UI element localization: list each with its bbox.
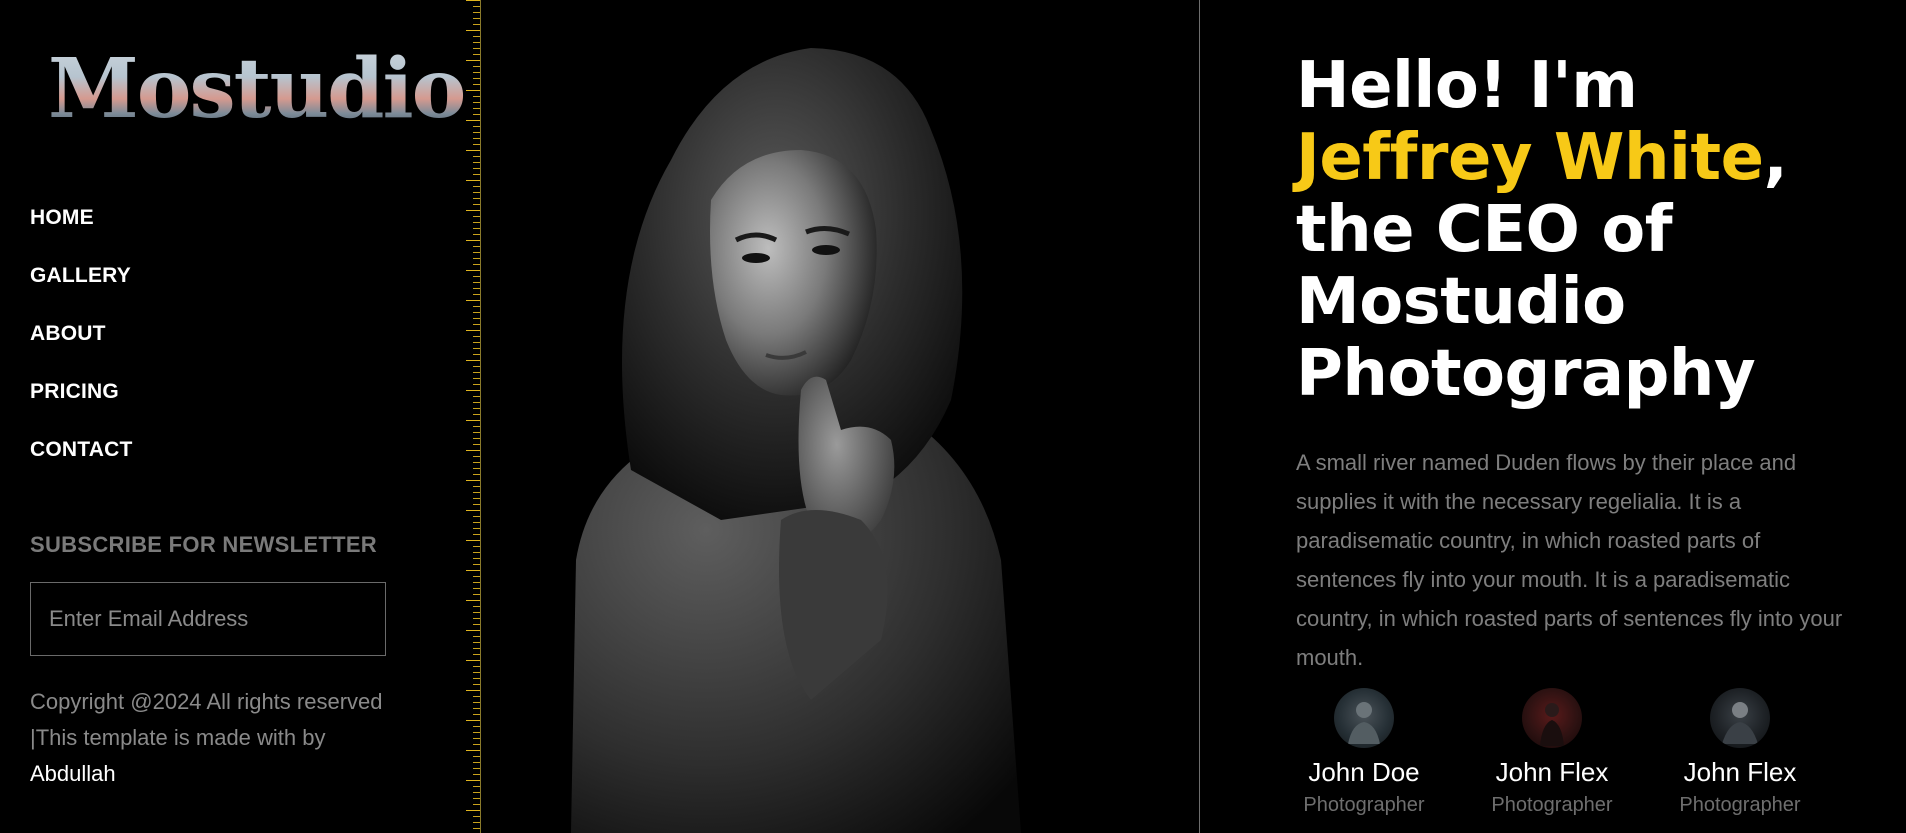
team-member-role: Photographer <box>1679 794 1801 816</box>
author-link[interactable]: Abdullah <box>30 761 116 786</box>
headline-name: Jeffrey White <box>1296 121 1764 195</box>
hero-portrait-photo <box>481 0 1199 833</box>
avatar[interactable] <box>1710 688 1770 748</box>
person-icon <box>1348 702 1380 744</box>
hero-content: Hello! I'm Jeffrey White, the CEO of Most… <box>1296 0 1876 833</box>
hero-bio: A small river named Duden flows by their… <box>1296 450 1843 670</box>
nav-item-home[interactable]: HOME <box>30 203 133 261</box>
copyright-text: Copyright @2024 All rights reserved |Thi… <box>30 684 390 792</box>
team-member-name[interactable]: John Flex <box>1670 756 1810 788</box>
newsletter-email-input[interactable] <box>30 582 386 656</box>
headline-greeting: Hello! I'm <box>1296 49 1638 123</box>
nav-item-contact[interactable]: CONTACT <box>30 435 133 493</box>
avatar[interactable] <box>1334 688 1394 748</box>
team-member: John Doe Photographer <box>1294 688 1434 818</box>
main-nav: HOME GALLERY ABOUT PRICING CONTACT <box>30 203 133 493</box>
person-icon <box>1722 702 1758 744</box>
newsletter-heading: SUBSCRIBE FOR NEWSLETTER <box>30 532 377 557</box>
team-member: John Flex Photographer <box>1482 688 1622 818</box>
team-member: John Flex Photographer <box>1670 688 1810 818</box>
brand-logo[interactable]: Mostudio <box>48 48 466 130</box>
team-member-role: Photographer <box>1303 794 1425 816</box>
ruler-major-ticks <box>462 0 480 833</box>
nav-item-about[interactable]: ABOUT <box>30 319 133 377</box>
portrait-illustration <box>481 0 1199 833</box>
avatar[interactable] <box>1522 688 1582 748</box>
headline-comma: , <box>1763 121 1788 195</box>
hero-headline: Hello! I'm Jeffrey White, the CEO of Most… <box>1296 50 1816 410</box>
nav-item-pricing[interactable]: PRICING <box>30 377 133 435</box>
headline-rest: the CEO of Mostudio Photography <box>1296 193 1756 411</box>
photo-divider <box>1199 0 1200 833</box>
sidebar: Mostudio HOME GALLERY ABOUT PRICING CONT… <box>0 0 466 833</box>
team-list: John Doe Photographer John Flex Photogra… <box>1296 688 1856 828</box>
team-member-role: Photographer <box>1491 794 1613 816</box>
nav-item-gallery[interactable]: GALLERY <box>30 261 133 319</box>
team-member-name[interactable]: John Doe <box>1294 756 1434 788</box>
team-member-name[interactable]: John Flex <box>1482 756 1622 788</box>
copyright-body: Copyright @2024 All rights reserved |Thi… <box>30 689 383 750</box>
person-icon <box>1540 703 1564 746</box>
